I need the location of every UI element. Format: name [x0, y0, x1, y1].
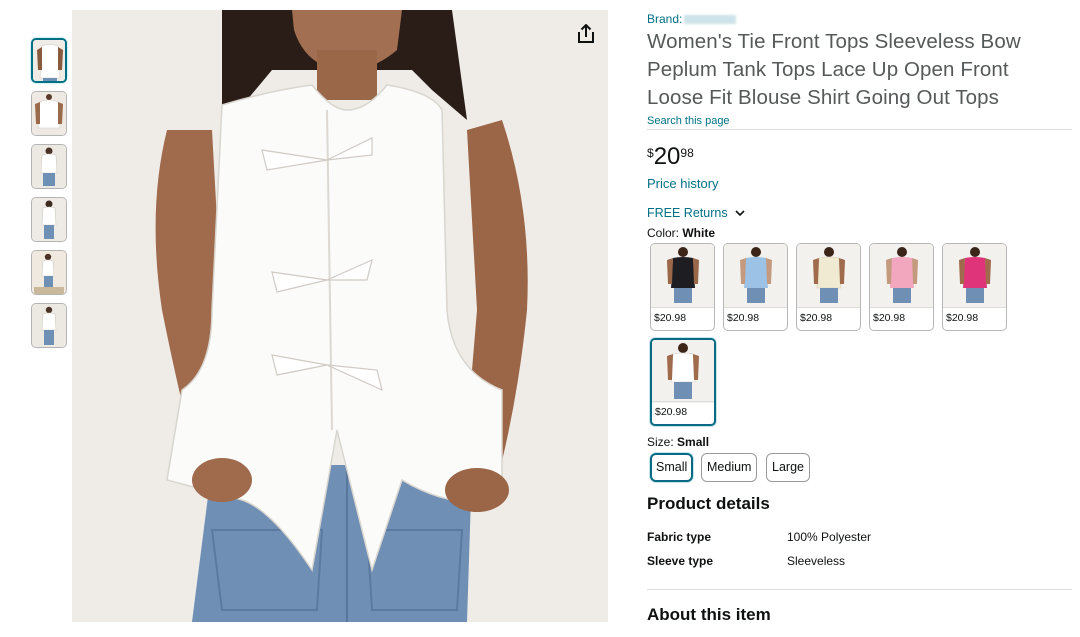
size-label: Size: Small — [647, 435, 709, 449]
price-symbol: $ — [647, 146, 654, 160]
color-swatch-rose[interactable]: $20.98 — [942, 243, 1007, 331]
thumbnail-5[interactable] — [31, 250, 67, 295]
product-details-heading: Product details — [647, 494, 770, 513]
divider — [647, 129, 1072, 130]
color-swatch-beige[interactable]: $20.98 — [796, 243, 861, 331]
price-whole: 20 — [653, 143, 681, 170]
thumbnail-4[interactable] — [31, 197, 67, 242]
divider — [647, 589, 1072, 590]
share-icon[interactable] — [574, 22, 598, 46]
size-option-large[interactable]: Large — [766, 453, 810, 482]
chevron-down-icon — [735, 206, 745, 220]
size-option-medium[interactable]: Medium — [701, 453, 758, 482]
size-label-text: Size: — [647, 435, 674, 449]
thumbnail-6[interactable] — [31, 303, 67, 348]
swatch-image — [943, 244, 1006, 307]
swatch-image — [651, 244, 714, 307]
swatch-image — [724, 244, 787, 307]
swatch-price: $20.98 — [797, 307, 860, 330]
swatch-image — [652, 340, 714, 403]
detail-label-sleeve: Sleeve type — [647, 554, 714, 568]
color-label-text: Color: — [647, 226, 680, 240]
search-this-page-link[interactable]: Search this page — [647, 115, 730, 127]
selected-size: Small — [677, 435, 710, 449]
brand-name-redacted — [684, 15, 737, 25]
swatch-price: $20.98 — [724, 307, 787, 330]
color-swatch-pink[interactable]: $20.98 — [869, 243, 934, 331]
product-page: Brand: Women's Tie Front Tops Sleeveless… — [0, 0, 1080, 637]
swatch-image — [797, 244, 860, 307]
swatch-image — [870, 244, 933, 307]
color-label: Color: White — [647, 226, 715, 240]
size-option-small[interactable]: Small — [650, 453, 694, 482]
selected-color: White — [682, 226, 716, 240]
swatch-price: $20.98 — [870, 307, 933, 330]
brand-link[interactable]: Brand: — [647, 12, 737, 26]
color-swatch-light-blue[interactable]: $20.98 — [723, 243, 788, 331]
color-swatch-black[interactable]: $20.98 — [650, 243, 715, 331]
swatch-price: $20.98 — [652, 401, 714, 424]
thumbnail-3[interactable] — [31, 144, 67, 189]
price-fraction: 98 — [680, 146, 694, 160]
product-title: Women's Tie Front Tops Sleeveless Bow Pe… — [647, 30, 1021, 109]
detail-label-fabric: Fabric type — [647, 530, 712, 544]
about-this-item-heading: About this item — [647, 605, 771, 624]
detail-value-fabric: 100% Polyester — [787, 530, 872, 544]
thumbnail-strip — [31, 38, 67, 356]
price: $2098 — [647, 143, 694, 171]
swatch-price: $20.98 — [943, 307, 1006, 330]
price-history-link[interactable]: Price history — [647, 176, 719, 191]
brand-label: Brand: — [647, 12, 683, 26]
free-returns-label: FREE Returns — [647, 206, 728, 220]
detail-value-sleeve: Sleeveless — [787, 554, 846, 568]
free-returns-link[interactable]: FREE Returns — [647, 206, 745, 220]
main-product-image[interactable] — [72, 10, 608, 622]
swatch-price: $20.98 — [651, 307, 714, 330]
thumbnail-1[interactable] — [31, 38, 67, 83]
color-swatch-white[interactable]: $20.98 — [650, 338, 716, 426]
thumbnail-2[interactable] — [31, 91, 67, 136]
